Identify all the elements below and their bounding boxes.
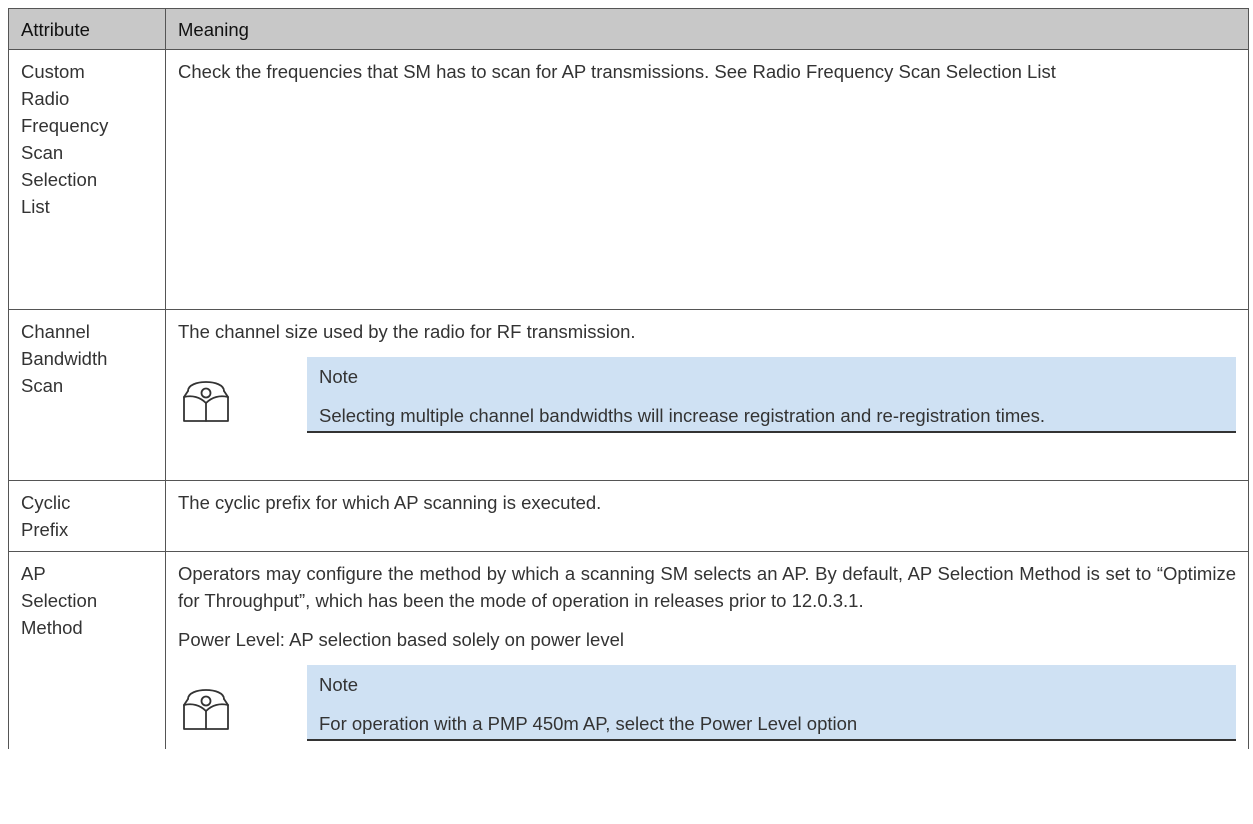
attribute-table: Attribute Meaning Custom Radio Frequency… <box>8 8 1249 749</box>
note-box: Note Selecting multiple channel bandwidt… <box>307 357 1236 433</box>
table-row: Custom Radio Frequency Scan Selection Li… <box>8 49 1249 310</box>
meaning-text: Check the frequencies that SM has to sca… <box>178 61 1056 82</box>
note-body: Selecting multiple channel bandwidths wi… <box>319 405 1045 426</box>
attribute-line: AP <box>21 563 46 584</box>
note-callout: Note For operation with a PMP 450m AP, s… <box>178 665 1236 741</box>
attribute-line: Custom <box>21 61 85 82</box>
attribute-line: Scan <box>21 142 64 163</box>
attribute-line: Bandwidth <box>21 348 108 369</box>
attribute-line: Prefix <box>21 519 69 540</box>
attribute-line: Frequency <box>21 115 109 136</box>
table-row: AP Selection Method Operators may config… <box>8 551 1249 749</box>
meaning-cell: Operators may configure the method by wh… <box>165 551 1249 749</box>
attribute-line: Cyclic <box>21 492 71 513</box>
table-row: Cyclic Prefix The cyclic prefix for whic… <box>8 480 1249 552</box>
note-title: Note <box>319 366 359 387</box>
meaning-text-secondary: Power Level: AP selection based solely o… <box>178 629 624 650</box>
meaning-text: The cyclic prefix for which AP scanning … <box>178 492 602 513</box>
header-attribute: Attribute <box>8 8 166 50</box>
attribute-line: Radio <box>21 88 70 109</box>
attribute-line: Method <box>21 617 83 638</box>
meaning-cell: The channel size used by the radio for R… <box>165 309 1249 481</box>
attribute-line: Channel <box>21 321 90 342</box>
note-body: For operation with a PMP 450m AP, select… <box>319 713 858 734</box>
meaning-cell: The cyclic prefix for which AP scanning … <box>165 480 1249 552</box>
attribute-cell: AP Selection Method <box>8 551 166 749</box>
note-title: Note <box>319 674 359 695</box>
attribute-cell: Channel Bandwidth Scan <box>8 309 166 481</box>
attribute-line: Selection <box>21 169 98 190</box>
attribute-cell: Cyclic Prefix <box>8 480 166 552</box>
attribute-line: List <box>21 196 50 217</box>
meaning-cell: Check the frequencies that SM has to sca… <box>165 49 1249 310</box>
table-header-row: Attribute Meaning <box>8 8 1249 50</box>
note-box: Note For operation with a PMP 450m AP, s… <box>307 665 1236 741</box>
attribute-line: Scan <box>21 375 64 396</box>
attribute-cell: Custom Radio Frequency Scan Selection Li… <box>8 49 166 310</box>
meaning-text: The channel size used by the radio for R… <box>178 321 636 342</box>
book-note-icon <box>178 665 307 740</box>
book-note-icon <box>178 357 307 432</box>
meaning-text: Operators may configure the method by wh… <box>178 563 1236 611</box>
table-row: Channel Bandwidth Scan The channel size … <box>8 309 1249 481</box>
header-meaning: Meaning <box>165 8 1249 50</box>
attribute-line: Selection <box>21 590 98 611</box>
note-callout: Note Selecting multiple channel bandwidt… <box>178 357 1236 433</box>
